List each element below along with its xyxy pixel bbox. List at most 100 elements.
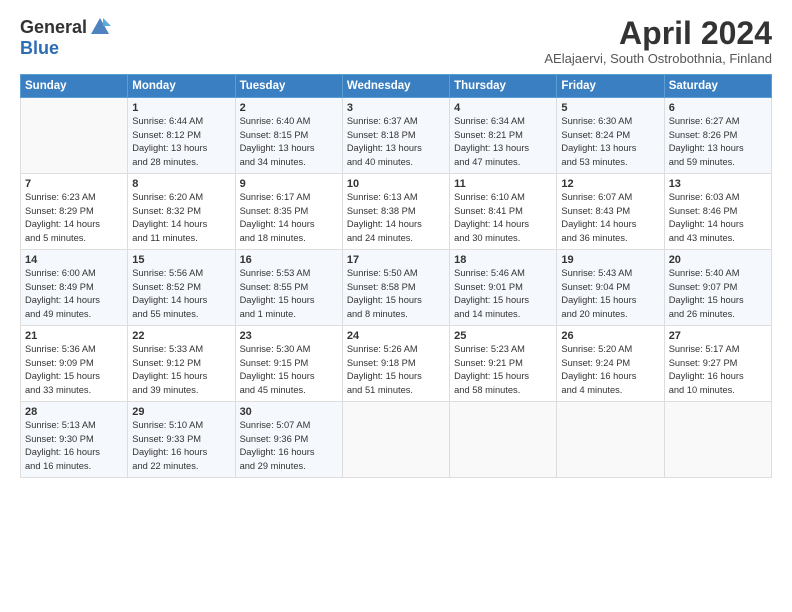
day-number: 29 — [132, 406, 230, 418]
calendar-week-row: 1Sunrise: 6:44 AM Sunset: 8:12 PM Daylig… — [21, 98, 772, 174]
day-number: 27 — [669, 330, 767, 342]
day-number: 12 — [561, 178, 659, 190]
calendar-cell: 25Sunrise: 5:23 AM Sunset: 9:21 PM Dayli… — [450, 326, 557, 402]
calendar-cell — [664, 402, 771, 478]
calendar-cell: 22Sunrise: 5:33 AM Sunset: 9:12 PM Dayli… — [128, 326, 235, 402]
calendar-cell: 13Sunrise: 6:03 AM Sunset: 8:46 PM Dayli… — [664, 174, 771, 250]
calendar-page: General Blue April 2024 AElajaervi, Sout… — [0, 0, 792, 612]
day-info: Sunrise: 6:23 AM Sunset: 8:29 PM Dayligh… — [25, 191, 123, 245]
weekday-header-cell: Sunday — [21, 75, 128, 98]
day-number: 10 — [347, 178, 445, 190]
day-number: 6 — [669, 102, 767, 114]
calendar-cell: 30Sunrise: 5:07 AM Sunset: 9:36 PM Dayli… — [235, 402, 342, 478]
calendar-cell — [342, 402, 449, 478]
day-info: Sunrise: 5:20 AM Sunset: 9:24 PM Dayligh… — [561, 343, 659, 397]
day-info: Sunrise: 6:20 AM Sunset: 8:32 PM Dayligh… — [132, 191, 230, 245]
calendar-cell: 16Sunrise: 5:53 AM Sunset: 8:55 PM Dayli… — [235, 250, 342, 326]
calendar-cell: 17Sunrise: 5:50 AM Sunset: 8:58 PM Dayli… — [342, 250, 449, 326]
day-info: Sunrise: 5:23 AM Sunset: 9:21 PM Dayligh… — [454, 343, 552, 397]
calendar-week-row: 28Sunrise: 5:13 AM Sunset: 9:30 PM Dayli… — [21, 402, 772, 478]
day-info: Sunrise: 6:30 AM Sunset: 8:24 PM Dayligh… — [561, 115, 659, 169]
calendar-cell: 9Sunrise: 6:17 AM Sunset: 8:35 PM Daylig… — [235, 174, 342, 250]
day-info: Sunrise: 6:40 AM Sunset: 8:15 PM Dayligh… — [240, 115, 338, 169]
calendar-cell: 23Sunrise: 5:30 AM Sunset: 9:15 PM Dayli… — [235, 326, 342, 402]
day-number: 1 — [132, 102, 230, 114]
day-number: 17 — [347, 254, 445, 266]
calendar-cell: 29Sunrise: 5:10 AM Sunset: 9:33 PM Dayli… — [128, 402, 235, 478]
calendar-week-row: 21Sunrise: 5:36 AM Sunset: 9:09 PM Dayli… — [21, 326, 772, 402]
day-number: 16 — [240, 254, 338, 266]
calendar-cell — [557, 402, 664, 478]
calendar-cell: 15Sunrise: 5:56 AM Sunset: 8:52 PM Dayli… — [128, 250, 235, 326]
day-info: Sunrise: 6:34 AM Sunset: 8:21 PM Dayligh… — [454, 115, 552, 169]
day-info: Sunrise: 5:33 AM Sunset: 9:12 PM Dayligh… — [132, 343, 230, 397]
logo: General Blue — [20, 16, 111, 59]
weekday-header-cell: Thursday — [450, 75, 557, 98]
calendar-cell: 27Sunrise: 5:17 AM Sunset: 9:27 PM Dayli… — [664, 326, 771, 402]
day-number: 25 — [454, 330, 552, 342]
day-info: Sunrise: 5:36 AM Sunset: 9:09 PM Dayligh… — [25, 343, 123, 397]
day-info: Sunrise: 5:07 AM Sunset: 9:36 PM Dayligh… — [240, 419, 338, 473]
calendar-cell: 18Sunrise: 5:46 AM Sunset: 9:01 PM Dayli… — [450, 250, 557, 326]
day-number: 28 — [25, 406, 123, 418]
weekday-header-cell: Monday — [128, 75, 235, 98]
day-info: Sunrise: 5:40 AM Sunset: 9:07 PM Dayligh… — [669, 267, 767, 321]
calendar-cell: 2Sunrise: 6:40 AM Sunset: 8:15 PM Daylig… — [235, 98, 342, 174]
weekday-header-cell: Saturday — [664, 75, 771, 98]
calendar-cell — [21, 98, 128, 174]
calendar-week-row: 7Sunrise: 6:23 AM Sunset: 8:29 PM Daylig… — [21, 174, 772, 250]
calendar-cell: 8Sunrise: 6:20 AM Sunset: 8:32 PM Daylig… — [128, 174, 235, 250]
day-number: 7 — [25, 178, 123, 190]
day-number: 13 — [669, 178, 767, 190]
day-number: 5 — [561, 102, 659, 114]
logo-general-text: General — [20, 17, 87, 38]
calendar-cell: 20Sunrise: 5:40 AM Sunset: 9:07 PM Dayli… — [664, 250, 771, 326]
day-number: 11 — [454, 178, 552, 190]
calendar-cell: 6Sunrise: 6:27 AM Sunset: 8:26 PM Daylig… — [664, 98, 771, 174]
day-info: Sunrise: 5:26 AM Sunset: 9:18 PM Dayligh… — [347, 343, 445, 397]
calendar-body: 1Sunrise: 6:44 AM Sunset: 8:12 PM Daylig… — [21, 98, 772, 478]
calendar-cell: 3Sunrise: 6:37 AM Sunset: 8:18 PM Daylig… — [342, 98, 449, 174]
calendar-cell: 19Sunrise: 5:43 AM Sunset: 9:04 PM Dayli… — [557, 250, 664, 326]
calendar-cell: 28Sunrise: 5:13 AM Sunset: 9:30 PM Dayli… — [21, 402, 128, 478]
calendar-cell: 24Sunrise: 5:26 AM Sunset: 9:18 PM Dayli… — [342, 326, 449, 402]
weekday-header-cell: Wednesday — [342, 75, 449, 98]
day-info: Sunrise: 5:17 AM Sunset: 9:27 PM Dayligh… — [669, 343, 767, 397]
day-number: 4 — [454, 102, 552, 114]
day-number: 3 — [347, 102, 445, 114]
title-block: April 2024 AElajaervi, South Ostrobothni… — [544, 16, 772, 66]
calendar-cell: 21Sunrise: 5:36 AM Sunset: 9:09 PM Dayli… — [21, 326, 128, 402]
calendar-cell: 7Sunrise: 6:23 AM Sunset: 8:29 PM Daylig… — [21, 174, 128, 250]
day-number: 8 — [132, 178, 230, 190]
day-number: 9 — [240, 178, 338, 190]
month-title: April 2024 — [544, 16, 772, 51]
calendar-cell: 4Sunrise: 6:34 AM Sunset: 8:21 PM Daylig… — [450, 98, 557, 174]
day-info: Sunrise: 6:44 AM Sunset: 8:12 PM Dayligh… — [132, 115, 230, 169]
weekday-header-cell: Tuesday — [235, 75, 342, 98]
location-title: AElajaervi, South Ostrobothnia, Finland — [544, 51, 772, 66]
day-info: Sunrise: 6:37 AM Sunset: 8:18 PM Dayligh… — [347, 115, 445, 169]
calendar-week-row: 14Sunrise: 6:00 AM Sunset: 8:49 PM Dayli… — [21, 250, 772, 326]
calendar-cell: 12Sunrise: 6:07 AM Sunset: 8:43 PM Dayli… — [557, 174, 664, 250]
day-number: 24 — [347, 330, 445, 342]
calendar-cell: 26Sunrise: 5:20 AM Sunset: 9:24 PM Dayli… — [557, 326, 664, 402]
calendar-cell: 11Sunrise: 6:10 AM Sunset: 8:41 PM Dayli… — [450, 174, 557, 250]
day-info: Sunrise: 5:46 AM Sunset: 9:01 PM Dayligh… — [454, 267, 552, 321]
calendar-cell — [450, 402, 557, 478]
day-number: 2 — [240, 102, 338, 114]
day-number: 30 — [240, 406, 338, 418]
calendar-table: SundayMondayTuesdayWednesdayThursdayFrid… — [20, 74, 772, 478]
day-number: 15 — [132, 254, 230, 266]
day-number: 19 — [561, 254, 659, 266]
calendar-cell: 10Sunrise: 6:13 AM Sunset: 8:38 PM Dayli… — [342, 174, 449, 250]
day-number: 23 — [240, 330, 338, 342]
day-info: Sunrise: 6:07 AM Sunset: 8:43 PM Dayligh… — [561, 191, 659, 245]
day-info: Sunrise: 6:17 AM Sunset: 8:35 PM Dayligh… — [240, 191, 338, 245]
day-info: Sunrise: 5:56 AM Sunset: 8:52 PM Dayligh… — [132, 267, 230, 321]
day-number: 22 — [132, 330, 230, 342]
day-info: Sunrise: 5:10 AM Sunset: 9:33 PM Dayligh… — [132, 419, 230, 473]
calendar-cell: 14Sunrise: 6:00 AM Sunset: 8:49 PM Dayli… — [21, 250, 128, 326]
day-info: Sunrise: 6:13 AM Sunset: 8:38 PM Dayligh… — [347, 191, 445, 245]
logo-icon — [89, 16, 111, 38]
day-info: Sunrise: 5:43 AM Sunset: 9:04 PM Dayligh… — [561, 267, 659, 321]
